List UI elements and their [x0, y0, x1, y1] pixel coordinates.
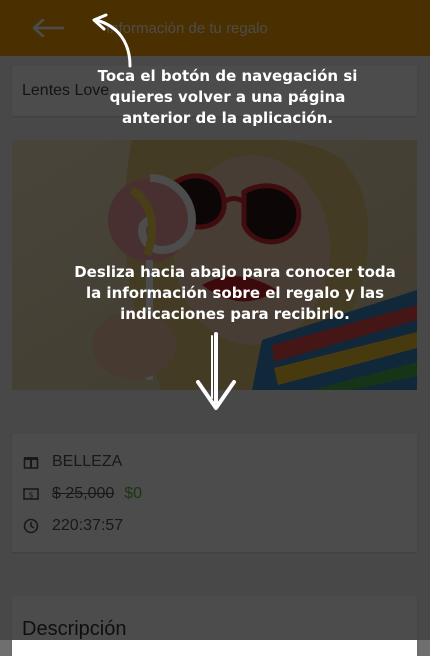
- category-row: BELLEZA: [22, 452, 122, 472]
- svg-text:$: $: [28, 491, 33, 500]
- time-remaining: 220:37:57: [52, 517, 124, 534]
- time-row: 220:37:57: [22, 516, 123, 536]
- arrow-left-icon: [32, 18, 65, 38]
- description-heading: Descripción: [22, 618, 127, 640]
- navigation-hint: Toca el botón de navegación si quieres v…: [97, 67, 358, 127]
- price-current: $0: [124, 485, 143, 502]
- money-icon: $: [22, 485, 40, 503]
- scroll-hint: Desliza hacia abajo para conocer toda la…: [74, 263, 396, 323]
- back-button[interactable]: [20, 0, 76, 56]
- curved-arrow-icon: [92, 13, 132, 68]
- down-arrow-icon: [196, 332, 236, 410]
- clock-icon: [22, 517, 40, 535]
- description-card: Descripción: [12, 596, 417, 656]
- price-original: $ 25,000: [52, 485, 115, 502]
- gift-box-icon: [22, 453, 40, 471]
- gift-info-card: BELLEZA $ $ 25,000 $0 220:37:57: [12, 434, 417, 552]
- category-label: BELLEZA: [52, 453, 123, 470]
- app-bar: Información de tu regalo: [0, 0, 430, 56]
- price-row: $ $ 25,000 $0: [22, 484, 142, 504]
